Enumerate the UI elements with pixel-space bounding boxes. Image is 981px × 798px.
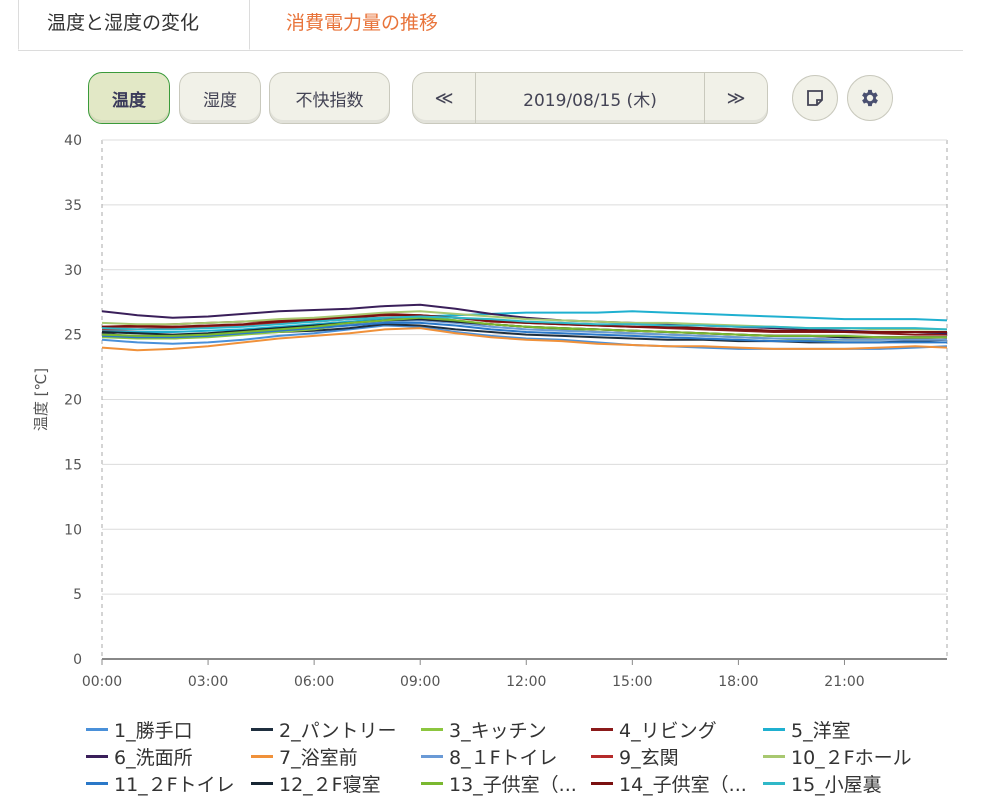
temperature-chart: 0 5 10 15 20 25 30 35 40 00:00 03:00 06:00 09:00 12:0… [32,133,948,690]
legend-label: 2_パントリー [279,720,397,742]
legend-item[interactable]: 5_洋室 [763,716,851,743]
next-day-button[interactable]: ≫ [705,73,767,123]
legend-item[interactable]: 3_キッチン [421,716,547,743]
legend-item[interactable]: 13_子供室（... [421,770,577,797]
y-tick-label: 35 [64,198,82,214]
legend-label: 1_勝手口 [114,720,193,742]
x-tick-label: 15:00 [612,674,652,690]
legend-swatch [251,782,273,785]
legend-swatch [86,728,108,731]
x-tick-label: 12:00 [506,674,546,690]
legend-item[interactable]: 9_玄関 [591,743,679,770]
legend-swatch [763,755,785,758]
legend-swatch [591,755,613,758]
legend-item[interactable]: 1_勝手口 [86,716,193,743]
y-tick-label: 25 [64,328,82,344]
x-tick-label: 03:00 [188,674,228,690]
tab-bar: 温度と湿度の変化 消費電力量の推移 [18,0,963,51]
legend-item[interactable]: 12_２F寝室 [251,770,381,797]
legend-label: 3_キッチン [449,720,547,742]
legend-item[interactable]: 6_洗面所 [86,743,193,770]
legend-label: 15_小屋裏 [791,774,882,796]
legend-swatch [591,782,613,785]
legend-swatch [86,755,108,758]
y-tick-label: 40 [64,133,82,149]
legend-label: 11_２Fトイレ [114,774,235,796]
legend-swatch [251,755,273,758]
note-icon [807,90,823,106]
x-tick-label: 06:00 [294,674,334,690]
x-tick-label: 09:00 [400,674,440,690]
legend-swatch [763,782,785,785]
legend-label: 9_玄関 [619,747,679,769]
y-tick-label: 20 [64,393,82,409]
legend-label: 14_子供室（... [619,774,747,796]
y-tick-label: 5 [73,587,82,603]
date-display[interactable]: 2019/08/15 (木) [475,73,705,123]
settings-button[interactable] [847,75,893,121]
legend-label: 13_子供室（... [449,774,577,796]
y-tick-label: 10 [64,522,82,538]
gear-icon [862,89,878,107]
legend-swatch [421,755,443,758]
x-tick-label: 18:00 [718,674,758,690]
legend-label: 8_１Fトイレ [449,747,558,769]
temperature-button[interactable]: 温度 [88,72,170,124]
legend-swatch [421,728,443,731]
legend-label: 4_リビング [619,720,717,742]
legend-item[interactable]: 2_パントリー [251,716,397,743]
y-tick-label: 30 [64,263,82,279]
legend-swatch [591,728,613,731]
tab-power-consumption[interactable]: 消費電力量の推移 [258,0,466,50]
legend-item[interactable]: 7_浴室前 [251,743,358,770]
humidity-button[interactable]: 湿度 [179,72,261,124]
y-tick-label: 15 [64,457,82,473]
date-navigator: ≪ 2019/08/15 (木) ≫ [412,72,768,124]
x-tick-label: 00:00 [82,674,122,690]
x-tick-label: 21:00 [824,674,864,690]
legend-label: 7_浴室前 [279,747,358,769]
memo-button[interactable] [792,75,838,121]
discomfort-index-button[interactable]: 不快指数 [269,72,390,124]
prev-day-button[interactable]: ≪ [413,73,475,123]
legend-item[interactable]: 4_リビング [591,716,717,743]
y-axis-label: 温度 [℃] [32,368,50,431]
legend-label: 10_２Fホール [791,747,912,769]
legend-label: 5_洋室 [791,720,851,742]
tab-temp-humidity[interactable]: 温度と湿度の変化 [18,0,250,50]
y-tick-label: 0 [73,652,82,668]
legend-item[interactable]: 15_小屋裏 [763,770,882,797]
legend-label: 12_２F寝室 [279,774,381,796]
legend-swatch [86,782,108,785]
legend-label: 6_洗面所 [114,747,193,769]
legend-item[interactable]: 8_１Fトイレ [421,743,558,770]
legend-swatch [763,728,785,731]
legend-item[interactable]: 10_２Fホール [763,743,912,770]
legend-swatch [251,728,273,731]
legend-swatch [421,782,443,785]
legend-item[interactable]: 11_２Fトイレ [86,770,235,797]
legend-item[interactable]: 14_子供室（... [591,770,747,797]
